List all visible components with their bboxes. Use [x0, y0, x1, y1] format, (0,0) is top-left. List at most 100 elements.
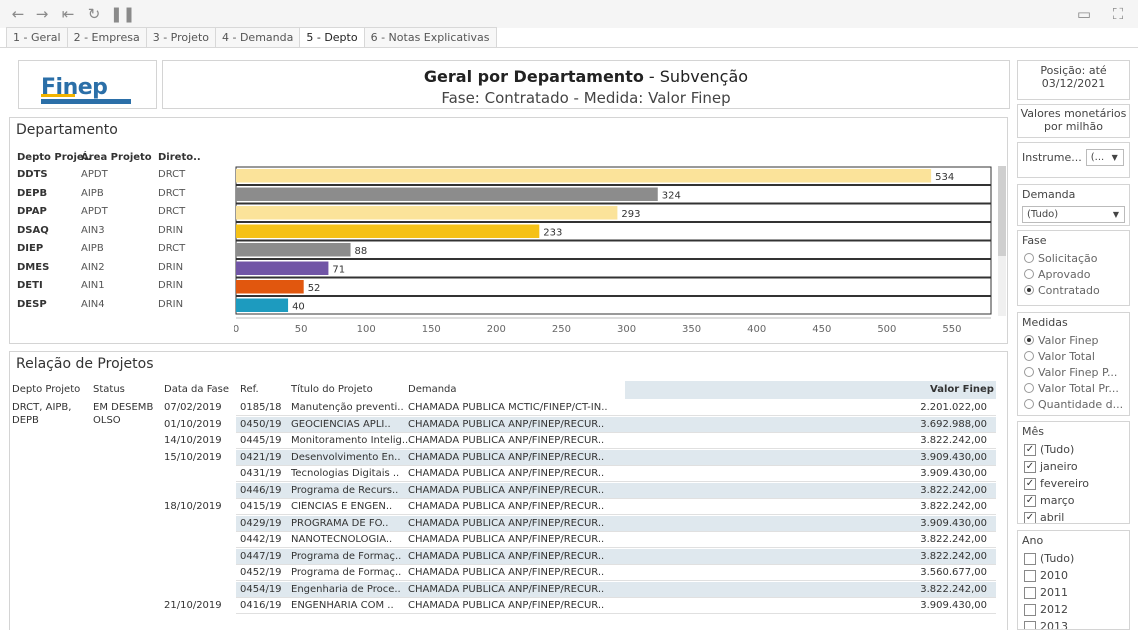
mes-option[interactable]: ✓ março	[1018, 492, 1129, 509]
x-tick-label: 400	[747, 324, 766, 335]
instrumento-filter: Instrume... (... ▼	[1017, 142, 1130, 178]
medida-option[interactable]: Valor Total Pr...	[1018, 380, 1129, 396]
checkbox-icon: ✓	[1024, 460, 1036, 473]
comment-icon[interactable]: ▭	[1074, 4, 1094, 24]
bar-deti	[236, 280, 304, 294]
bar-desp	[236, 298, 289, 312]
cell-titulo: Monitoramento Intelig..	[291, 435, 409, 446]
checkbox-icon: ✓	[1024, 511, 1036, 523]
mes-filter: Mês ✓ (Tudo) ✓ janeiro ✓ fevereiro ✓ março ✓ abri…	[1017, 421, 1130, 524]
th-depto[interactable]: Depto Projeto	[12, 384, 80, 395]
th-valor[interactable]: Valor Finep	[930, 384, 994, 395]
posicao-box: Posição: até 03/12/2021	[1017, 60, 1130, 100]
fase-option[interactable]: Solicitação	[1018, 250, 1129, 266]
checkbox-icon	[1024, 620, 1036, 629]
back-icon[interactable]: ←	[8, 4, 28, 24]
mes-option-label: (Tudo)	[1040, 443, 1075, 456]
area-code: AIPB	[81, 243, 104, 254]
cell-titulo: Tecnologias Digitais ..	[291, 468, 400, 479]
ano-option-label: 2010	[1040, 569, 1068, 582]
fase-option[interactable]: Contratado	[1018, 282, 1129, 298]
bar-label: 40	[292, 302, 305, 313]
medida-option[interactable]: Valor Finep	[1018, 332, 1129, 348]
department-panel: Departamento Depto Proje.. Área Projeto …	[9, 117, 1008, 344]
mes-option[interactable]: ✓ fevereiro	[1018, 475, 1129, 492]
mes-option[interactable]: ✓ (Tudo)	[1018, 441, 1129, 458]
dashboard-tabs: 1 - Geral 2 - Empresa 3 - Projeto 4 - Deman…	[6, 27, 497, 48]
x-tick-label: 300	[617, 324, 636, 335]
bar-diep	[236, 243, 351, 257]
cell-demanda: CHAMADA PÚBLICA ANP/FINEP/RECUR..	[408, 484, 605, 496]
th-demanda[interactable]: Demanda	[408, 384, 457, 395]
demanda-dropdown[interactable]: (Tudo) ▼	[1022, 206, 1125, 223]
col-header-diretoria[interactable]: Direto..	[158, 152, 201, 163]
revert-icon[interactable]: ↻	[84, 4, 104, 24]
cell-valor: 3.560.677,00	[920, 567, 987, 578]
x-tick-label: 250	[552, 324, 571, 335]
ano-filter: Ano (Tudo) 2010 2011 2012 2013	[1017, 530, 1130, 630]
department-row: DEPB AIPB DRCT	[10, 185, 235, 203]
col-header-area[interactable]: Área Projeto	[81, 152, 152, 163]
bar-dmes	[236, 261, 329, 275]
ano-option[interactable]: 2010	[1018, 567, 1129, 584]
x-tick-label: 200	[487, 324, 506, 335]
demanda-label: Demanda	[1022, 188, 1076, 201]
page-title-bold: Geral por Departamento	[423, 67, 644, 86]
medida-option[interactable]: Valor Total	[1018, 348, 1129, 364]
fase-option[interactable]: Aprovado	[1018, 266, 1129, 282]
depto-code: DPAP	[17, 206, 47, 217]
bar-row-frame	[235, 296, 992, 315]
bar-row-frame	[235, 277, 992, 296]
bar-ddts	[236, 169, 932, 183]
th-data-fase[interactable]: Data da Fase	[164, 384, 229, 395]
bar-label: 233	[543, 228, 562, 239]
cell-data-fase: 15/10/2019	[164, 451, 222, 463]
cell-ref: 0415/19	[240, 501, 282, 512]
cell-ref: 0416/19	[240, 600, 282, 611]
tab-6[interactable]: 6 - Notas Explicativas	[364, 27, 497, 48]
medida-option-label: Valor Total Pr...	[1038, 381, 1119, 395]
th-ref[interactable]: Ref.	[240, 384, 259, 395]
checkbox-icon: ✓	[1024, 477, 1036, 490]
tab-3[interactable]: 3 - Projeto	[146, 27, 216, 48]
mes-option[interactable]: ✓ janeiro	[1018, 458, 1129, 475]
cell-valor: 3.692.988,00	[920, 418, 987, 430]
first-icon[interactable]: ⇤	[58, 4, 78, 24]
chart-scroll-thumb[interactable]	[998, 166, 1006, 256]
instrumento-dropdown[interactable]: (... ▼	[1085, 149, 1124, 166]
tab-4[interactable]: 4 - Demanda	[216, 27, 301, 48]
ano-option[interactable]: 2012	[1018, 601, 1129, 618]
bar-depb	[236, 187, 658, 201]
tab-2[interactable]: 2 - Empresa	[67, 27, 147, 48]
medida-option[interactable]: Quantidade d...	[1018, 396, 1129, 412]
medida-option[interactable]: Valor Finep P...	[1018, 364, 1129, 380]
bar-dsaq	[236, 224, 540, 238]
depto-code: DDTS	[17, 169, 48, 180]
ano-option-label: 2012	[1040, 603, 1068, 616]
instrumento-value: (...	[1090, 152, 1105, 163]
fase-options: Solicitação Aprovado Contratado	[1018, 250, 1129, 298]
area-code: AIPB	[81, 187, 104, 199]
ano-option[interactable]: 2013	[1018, 618, 1129, 629]
ano-option[interactable]: 2011	[1018, 584, 1129, 601]
forward-icon[interactable]: →	[32, 4, 52, 24]
chart-scrollbar[interactable]	[998, 166, 1006, 316]
th-titulo[interactable]: Título do Projeto	[291, 384, 373, 395]
tab-5[interactable]: 5 - Depto	[300, 27, 365, 48]
mes-option[interactable]: ✓ abril	[1018, 509, 1129, 523]
th-status[interactable]: Status	[93, 384, 125, 395]
department-row: DETI AIN1 DRIN	[10, 277, 235, 295]
cell-ref: 0421/19	[240, 451, 282, 463]
pause-icon[interactable]: ❚❚	[110, 4, 135, 24]
department-title: Departamento	[16, 122, 118, 138]
cell-valor: 2.201.022,00	[920, 402, 987, 413]
ano-option[interactable]: (Tudo)	[1018, 550, 1129, 567]
cell-ref: 0446/19	[240, 484, 282, 496]
fullscreen-icon[interactable]: ⛶	[1108, 4, 1128, 24]
area-code: AIN4	[81, 298, 105, 310]
medida-option-label: Valor Finep	[1038, 333, 1099, 347]
checkbox-icon	[1024, 569, 1036, 582]
tab-1[interactable]: 1 - Geral	[6, 27, 68, 48]
cell-demanda: CHAMADA PÚBLICA ANP/FINEP/RECUR..	[408, 517, 605, 529]
mes-option-label: março	[1040, 494, 1075, 507]
